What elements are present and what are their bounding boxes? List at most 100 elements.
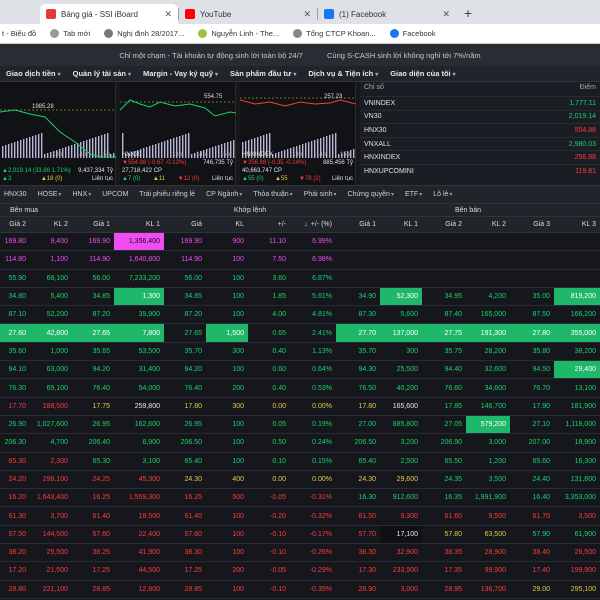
column-header-cell[interactable]: KL [206,217,248,232]
table-cell[interactable]: 87.20 [164,306,206,323]
table-cell[interactable] [336,251,380,268]
table-cell[interactable]: 100 [206,288,248,305]
table-cell[interactable]: 17.20 [0,562,30,579]
table-cell[interactable]: 65.40 [336,453,380,470]
table-cell[interactable]: 6,900 [114,434,164,451]
table-cell[interactable]: 206.40 [72,434,114,451]
table-cell[interactable]: 52,300 [380,287,422,306]
table-cell[interactable]: 57.80 [422,526,466,543]
table-cell[interactable]: 94.30 [336,361,380,378]
table-cell[interactable]: 3,000 [466,434,510,451]
table-cell[interactable]: 1,200 [466,453,510,470]
table-cell[interactable]: 169.90 [164,233,206,250]
table-cell[interactable]: 0.24% [290,434,336,451]
table-cell[interactable]: 3,500 [466,471,510,488]
table-cell[interactable]: 100 [206,361,248,378]
table-cell[interactable]: 61.60 [422,507,466,524]
table-cell[interactable]: 24.40 [510,471,554,488]
table-cell[interactable]: 56.00 [164,270,206,287]
table-cell[interactable]: 22,400 [114,526,164,543]
table-cell[interactable]: 200 [206,562,248,579]
table-cell[interactable]: 100 [206,544,248,561]
table-cell[interactable]: 16.30 [336,489,380,506]
table-cell[interactable]: 24.35 [422,471,466,488]
table-cell[interactable]: 206.50 [336,434,380,451]
table-cell[interactable]: 61.50 [336,507,380,524]
table-cell[interactable]: 0.00 [248,471,290,488]
table-cell[interactable]: 38.40 [510,544,554,561]
table-cell[interactable]: 7,800 [114,324,164,342]
table-cell[interactable]: 0.19% [290,416,336,433]
table-cell[interactable]: 29,600 [380,471,422,488]
table-cell[interactable]: 6.99% [290,233,336,250]
table-cell[interactable]: 188,500 [30,398,72,415]
table-cell[interactable]: 259,800 [114,398,164,415]
table-cell[interactable]: 27.60 [0,324,30,342]
table-cell[interactable]: 1.13% [290,343,336,360]
table-cell[interactable]: 24.30 [336,471,380,488]
table-cell[interactable]: 26.95 [72,416,114,433]
table-cell[interactable]: 0.05 [248,416,290,433]
close-icon[interactable]: ✕ [442,9,450,20]
table-cell[interactable]: 17.80 [336,398,380,415]
table-cell[interactable]: -0.31% [290,489,336,506]
promo-banner[interactable]: Chỉ một chạm - Tài khoản tự động sinh lờ… [0,44,600,66]
index-chart[interactable]: 554.75 13h 14h 15h HNX30 ▼554.88 (-0.67 -0.12… [120,82,236,185]
table-cell[interactable]: -0.32% [290,507,336,524]
table-cell[interactable]: -0.10 [248,544,290,561]
table-cell[interactable]: 28.95 [422,581,466,598]
table-cell[interactable]: 1,118,000 [554,416,600,433]
nav-item[interactable]: Dịch vụ & Tiện ích ▾ [308,69,378,78]
table-cell[interactable] [380,270,422,287]
close-icon[interactable]: ✕ [303,9,311,20]
table-cell[interactable]: 400 [206,471,248,488]
nav-item[interactable]: Quản lý tài sản ▾ [73,69,131,78]
table-cell[interactable]: 181,900 [554,398,600,415]
table-cell[interactable]: 65.50 [422,453,466,470]
table-cell[interactable]: 35.65 [72,343,114,360]
table-cell[interactable]: 38.25 [72,544,114,561]
index-row[interactable]: HNX30 554.88 [360,123,600,137]
table-cell[interactable]: 100 [206,270,248,287]
table-cell[interactable]: 165,600 [380,398,422,415]
table-cell[interactable]: 3.60 [248,270,290,287]
table-cell[interactable] [466,270,510,287]
table-cell[interactable]: 40,200 [380,379,422,396]
table-cell[interactable]: 9,300 [380,507,422,524]
table-cell[interactable]: 76.40 [164,379,206,396]
table-cell[interactable]: 1,356,400 [114,233,164,251]
filter-tab[interactable]: HNX▾ [72,191,91,198]
table-cell[interactable]: 34.95 [422,288,466,305]
table-row[interactable]: 87.10 52,200 87.20 35,900 87.20 100 4.00 4.81% 8… [0,306,600,325]
table-cell[interactable]: 0.00 [248,398,290,415]
table-cell[interactable]: 17.40 [510,562,554,579]
table-cell[interactable]: 2,500 [380,453,422,470]
table-cell[interactable]: 94.20 [72,361,114,378]
table-cell[interactable]: 9,400 [30,233,72,250]
table-cell[interactable]: 16.25 [164,489,206,506]
table-cell[interactable]: 0.65 [248,324,290,341]
table-cell[interactable]: 63,000 [30,361,72,378]
table-cell[interactable]: 295,100 [554,581,600,598]
table-cell[interactable]: 87.10 [0,306,30,323]
index-row[interactable]: HNXUPCOMINI 119.81 [360,163,600,178]
table-cell[interactable]: 42,800 [30,324,72,342]
table-cell[interactable]: 27.70 [336,324,380,342]
table-cell[interactable]: 29.00 [510,581,554,598]
table-cell[interactable]: 34.85 [164,288,206,305]
table-cell[interactable]: 12,800 [114,581,164,598]
table-cell[interactable]: 18,900 [554,434,600,451]
table-row[interactable]: 57.50 144,500 57.60 22,400 57.60 100 -0.10 -0.1… [0,525,600,545]
table-cell[interactable]: 100 [206,526,248,543]
column-header-cell[interactable]: +/- [248,217,290,232]
table-cell[interactable]: 4.00 [248,306,290,323]
table-cell[interactable]: 26.90 [0,416,30,433]
table-cell[interactable]: 87.30 [336,306,380,323]
table-cell[interactable]: 579,200 [466,415,510,434]
filter-tab[interactable]: Lô lẻ▾ [433,191,452,198]
table-cell[interactable]: 35.80 [510,343,554,360]
bookmark-item[interactable]: t - Biểu đồ [2,29,36,38]
index-chart[interactable]: 1985.28 13h 14h 15h ▲2,019.14 (33.86 1.71%) 9… [0,82,116,185]
table-cell[interactable]: 24.25 [72,471,114,488]
column-header-cell[interactable]: Giá 3 [510,217,554,232]
